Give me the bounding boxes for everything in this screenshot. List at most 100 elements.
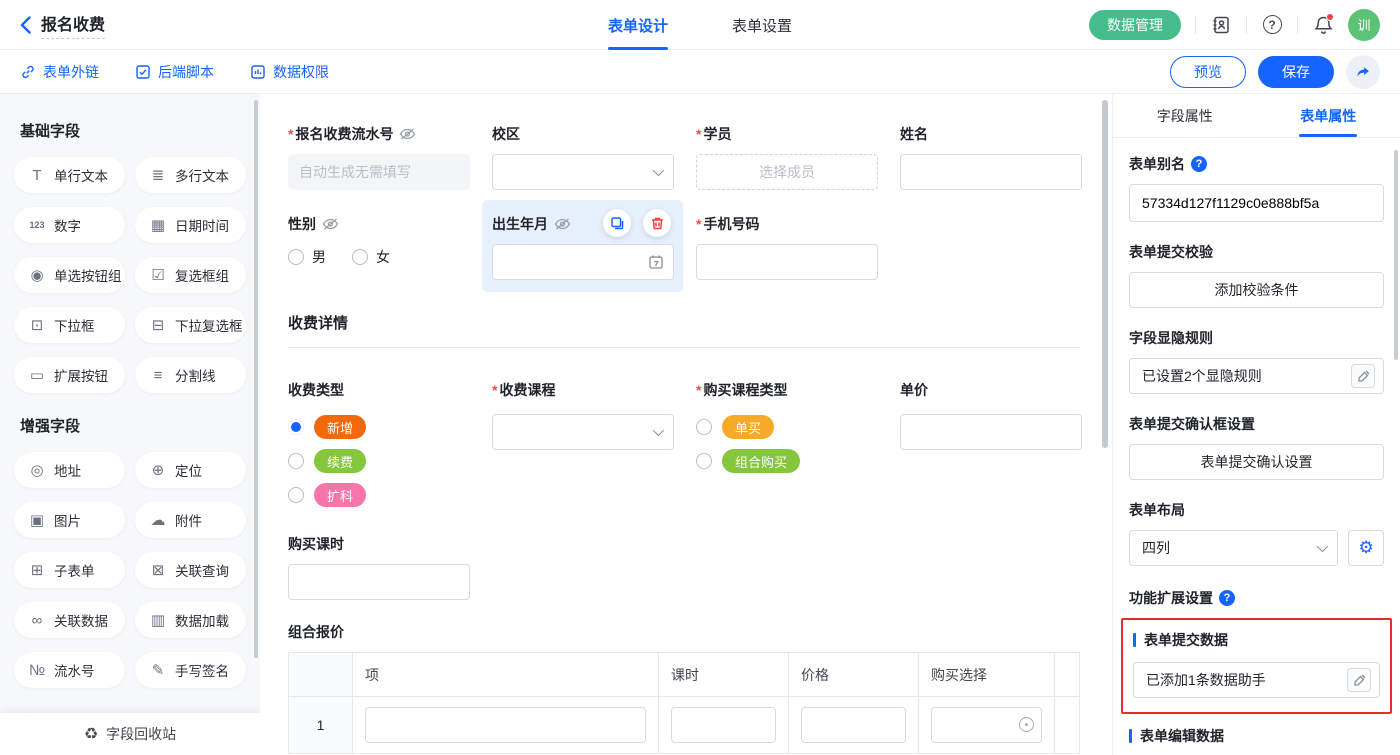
extend-button-icon: ▭ — [28, 366, 46, 384]
gender-option-female[interactable]: 女 — [352, 247, 390, 267]
delete-field-button[interactable] — [643, 209, 671, 237]
radio-picker-icon[interactable] — [1019, 717, 1034, 732]
field-serial-number[interactable]: *报名收费流水号 — [288, 124, 492, 190]
form-alias-input[interactable] — [1129, 184, 1384, 222]
visibility-rules-box[interactable]: 已设置2个显隐规则 — [1129, 358, 1384, 394]
field-purchase-type[interactable]: *购买课程类型 单买 组合购买 — [696, 380, 900, 516]
tab-form-design[interactable]: 表单设计 — [608, 0, 668, 50]
unit-price-input[interactable] — [900, 414, 1082, 450]
field-gender[interactable]: 性别 男 女 — [288, 214, 492, 292]
field-item-divider[interactable]: ≡分割线 — [135, 357, 246, 393]
field-phone[interactable]: *手机号码 — [696, 214, 900, 292]
field-name[interactable]: 姓名 — [900, 124, 1104, 190]
combo-hours-input[interactable] — [671, 707, 776, 743]
fee-type-option-expand[interactable]: 扩科 — [288, 482, 492, 508]
field-item-multi-text[interactable]: ≣多行文本 — [135, 157, 246, 193]
field-item-attachment[interactable]: ☁附件 — [135, 502, 246, 538]
bar-chart-icon: ▥ — [149, 611, 167, 629]
field-item-multi-dropdown[interactable]: ⊟下拉复选框 — [135, 307, 246, 343]
field-fee-course[interactable]: *收费课程 — [492, 380, 696, 516]
purchase-option-combo[interactable]: 组合购买 — [696, 448, 900, 474]
data-manage-button[interactable]: 数据管理 — [1089, 10, 1181, 40]
field-birth-month-selected[interactable]: 出生年月 — [482, 200, 683, 292]
data-permission-button[interactable]: 数据权限 — [250, 62, 329, 82]
field-label: 单价 — [900, 380, 928, 400]
field-item-linked-data[interactable]: ∞关联数据 — [14, 602, 125, 638]
external-link-button[interactable]: 表单外链 — [20, 62, 99, 82]
field-item-number[interactable]: 123数字 — [14, 207, 125, 243]
field-fee-type[interactable]: 收费类型 新增 续费 扩科 — [288, 380, 492, 516]
field-student[interactable]: *学员 选择成员 — [696, 124, 900, 190]
phone-input[interactable] — [696, 244, 878, 280]
field-item-extend-button[interactable]: ▭扩展按钮 — [14, 357, 125, 393]
edit-pencil-icon — [1357, 370, 1370, 383]
purchase-hours-input[interactable] — [288, 564, 470, 600]
field-item-label: 单行文本 — [54, 165, 108, 185]
submit-data-box[interactable]: 已添加1条数据助手 — [1133, 662, 1380, 698]
sidebar-scrollbar[interactable] — [254, 100, 258, 658]
canvas-scrollbar[interactable] — [1102, 100, 1108, 448]
share-button[interactable] — [1346, 55, 1380, 89]
field-item-subform[interactable]: ⊞子表单 — [14, 552, 125, 588]
field-item-single-text[interactable]: T单行文本 — [14, 157, 125, 193]
field-item-image[interactable]: ▣图片 — [14, 502, 125, 538]
gender-option-male[interactable]: 男 — [288, 247, 326, 267]
section-title-fee-detail: 收费详情 — [288, 312, 1112, 333]
help-icon[interactable]: ? — [1219, 590, 1235, 606]
help-icon[interactable]: ? — [1261, 14, 1283, 36]
fee-course-select[interactable] — [492, 414, 674, 450]
backend-script-button[interactable]: 后端脚本 — [135, 62, 214, 82]
panel-scrollbar[interactable] — [1394, 150, 1398, 360]
edit-data-label: 表单编辑数据 — [1140, 726, 1224, 746]
field-item-dropdown[interactable]: ⊡下拉框 — [14, 307, 125, 343]
name-input[interactable] — [900, 154, 1082, 190]
field-label: 手机号码 — [703, 214, 759, 234]
field-item-label: 关联查询 — [175, 560, 229, 580]
form-layout-select[interactable]: 四列 — [1129, 530, 1338, 566]
field-item-checkbox-group[interactable]: ☑复选框组 — [135, 257, 246, 293]
eye-hidden-icon — [554, 217, 571, 231]
field-item-location[interactable]: ⊕定位 — [135, 452, 246, 488]
copy-field-button[interactable] — [603, 209, 631, 237]
tag-renew: 续费 — [314, 449, 366, 473]
field-unit-price[interactable]: 单价 — [900, 380, 1104, 516]
purchase-option-single[interactable]: 单买 — [696, 414, 900, 440]
field-campus[interactable]: 校区 — [492, 124, 696, 190]
field-item-label: 定位 — [175, 460, 202, 480]
field-purchase-hours[interactable]: 购买课时 — [288, 534, 492, 600]
field-combo-quote[interactable]: 组合报价 项 课时 价格 购买选择 1 — [288, 622, 1112, 754]
field-item-address[interactable]: ◎地址 — [14, 452, 125, 488]
tab-form-settings[interactable]: 表单设置 — [732, 0, 792, 50]
combo-item-input[interactable] — [365, 707, 646, 743]
birth-month-input[interactable] — [492, 244, 674, 280]
contacts-book-icon[interactable] — [1210, 14, 1232, 36]
edit-visibility-button[interactable] — [1351, 364, 1375, 388]
field-item-linked-query[interactable]: ⊠关联查询 — [135, 552, 246, 588]
submit-confirm-button[interactable]: 表单提交确认设置 — [1129, 444, 1384, 480]
field-item-datetime[interactable]: ▦日期时间 — [135, 207, 246, 243]
serial-number-input[interactable] — [288, 154, 470, 190]
field-item-label: 下拉框 — [54, 315, 95, 335]
field-label: 性别 — [288, 214, 316, 234]
layout-settings-button[interactable]: ⚙ — [1348, 530, 1384, 566]
field-recycle-bin[interactable]: ♻ 字段回收站 — [0, 713, 260, 755]
fee-type-option-renew[interactable]: 续费 — [288, 448, 492, 474]
edit-submit-data-button[interactable] — [1347, 668, 1371, 692]
tab-field-properties[interactable]: 字段属性 — [1113, 94, 1257, 137]
tab-form-properties[interactable]: 表单属性 — [1257, 94, 1400, 137]
field-item-data-load[interactable]: ▥数据加载 — [135, 602, 246, 638]
field-item-serial-number[interactable]: №流水号 — [14, 652, 125, 688]
add-validation-button[interactable]: 添加校验条件 — [1129, 272, 1384, 308]
field-item-signature[interactable]: ✎手写签名 — [135, 652, 246, 688]
notification-bell-icon[interactable] — [1312, 14, 1334, 36]
avatar[interactable]: 训 — [1348, 9, 1380, 41]
field-item-radio-group[interactable]: ◉单选按钮组 — [14, 257, 125, 293]
student-picker[interactable]: 选择成员 — [696, 154, 878, 190]
fee-type-option-new[interactable]: 新增 — [288, 414, 492, 440]
help-icon[interactable]: ? — [1191, 156, 1207, 172]
preview-button[interactable]: 预览 — [1170, 56, 1246, 88]
back-button[interactable]: 报名收费 — [20, 11, 105, 39]
combo-price-input[interactable] — [801, 707, 906, 743]
campus-select[interactable] — [492, 154, 674, 190]
save-button[interactable]: 保存 — [1258, 56, 1334, 88]
